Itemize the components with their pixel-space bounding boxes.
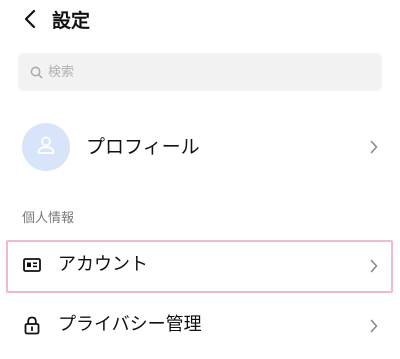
- privacy-label: プライバシー管理: [58, 314, 202, 335]
- profile-label: プロフィール: [86, 136, 200, 158]
- section-header-personal-info: 個人情報: [22, 211, 75, 226]
- account-label: アカウント: [58, 254, 148, 275]
- page-title: 設定: [52, 10, 91, 32]
- back-button[interactable]: [18, 8, 42, 34]
- chevron-right-icon: [368, 258, 380, 274]
- account-row[interactable]: アカウント: [0, 240, 400, 293]
- lock-icon: [22, 315, 42, 335]
- avatar: [22, 123, 70, 171]
- chevron-right-icon: [368, 139, 380, 155]
- chevron-left-icon: [24, 9, 36, 33]
- search-input[interactable]: [48, 62, 348, 82]
- search-icon: [30, 65, 44, 79]
- settings-screen: 設定 プロフィール 個人情報: [0, 0, 400, 359]
- user-icon: [35, 134, 57, 160]
- chevron-right-icon: [368, 318, 380, 334]
- header: 設定: [0, 0, 400, 42]
- privacy-row[interactable]: プライバシー管理: [0, 300, 400, 350]
- id-card-icon: [22, 255, 42, 275]
- search-bar[interactable]: [18, 53, 382, 91]
- profile-row[interactable]: プロフィール: [0, 120, 400, 174]
